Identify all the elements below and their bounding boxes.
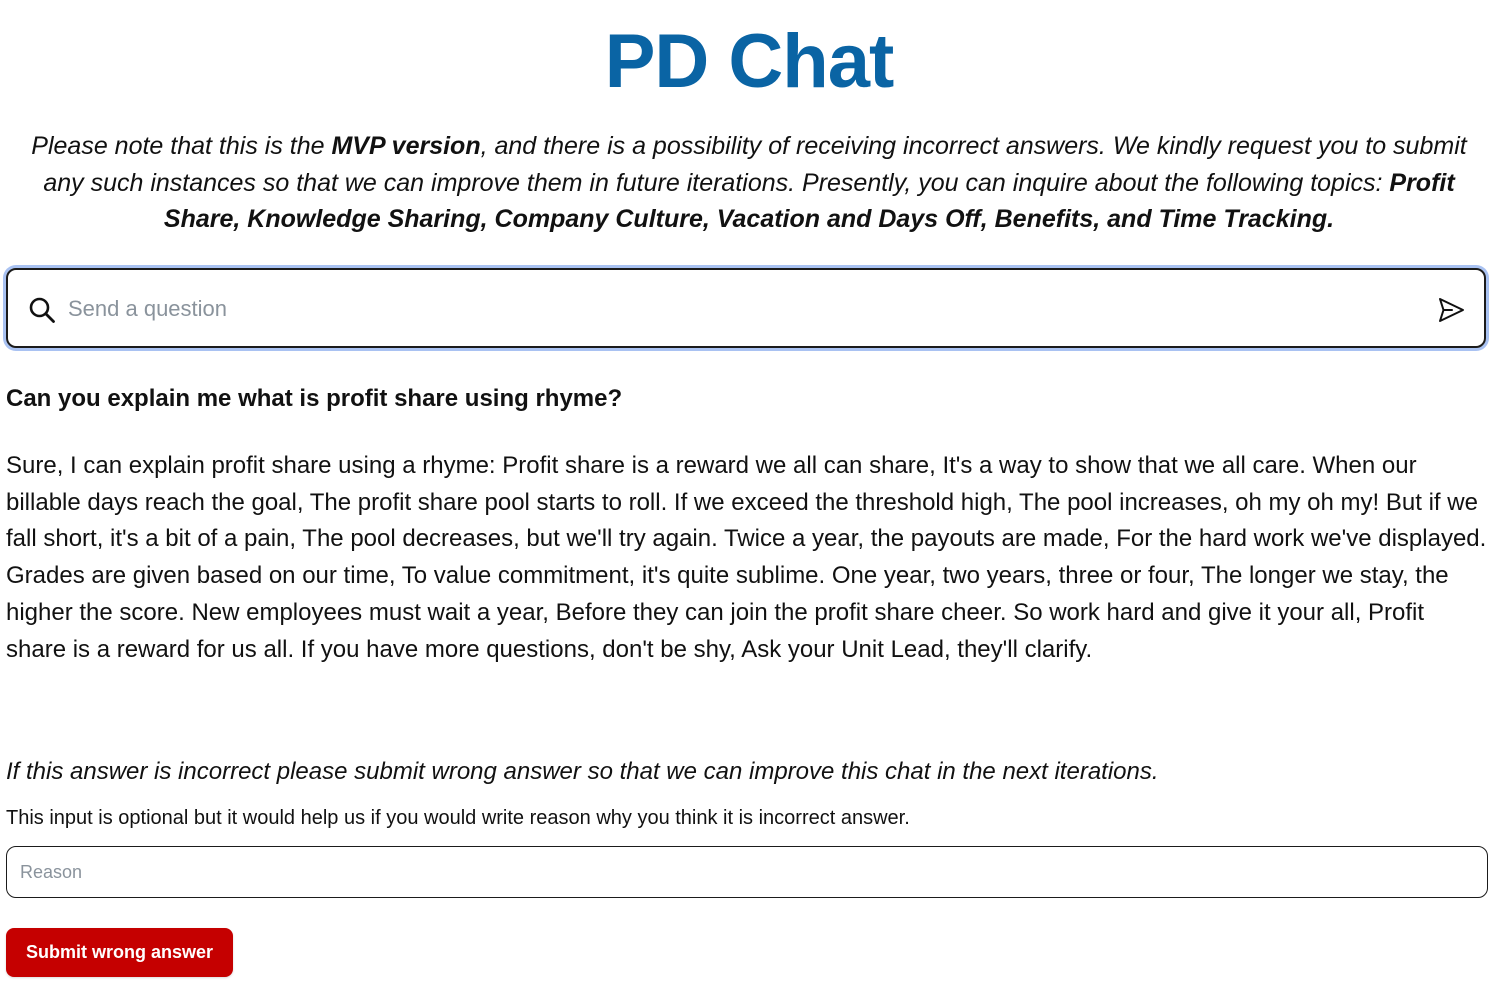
reason-help-text: This input is optional but it would help…: [6, 807, 910, 829]
notice-text-1: Please note that this is the: [31, 132, 332, 160]
submit-wrong-answer-button[interactable]: Submit wrong answer: [6, 928, 233, 977]
chat-answer: Sure, I can explain profit share using a…: [6, 452, 1487, 663]
question-input[interactable]: [68, 288, 1418, 330]
page-title: PD Chat: [604, 19, 895, 104]
search-icon: [29, 297, 55, 323]
reason-input[interactable]: [6, 846, 1488, 898]
question-search-box[interactable]: [6, 268, 1486, 348]
notice-mvp-version: MVP version: [331, 132, 481, 160]
mvp-notice: Please note that this is the MVP version…: [30, 128, 1468, 238]
user-question: Can you explain me what is profit share …: [6, 385, 623, 412]
feedback-prompt: If this answer is incorrect please submi…: [6, 758, 1159, 785]
page: PD Chat Please note that this is the MVP…: [0, 0, 1498, 985]
send-icon[interactable]: [1436, 295, 1466, 325]
